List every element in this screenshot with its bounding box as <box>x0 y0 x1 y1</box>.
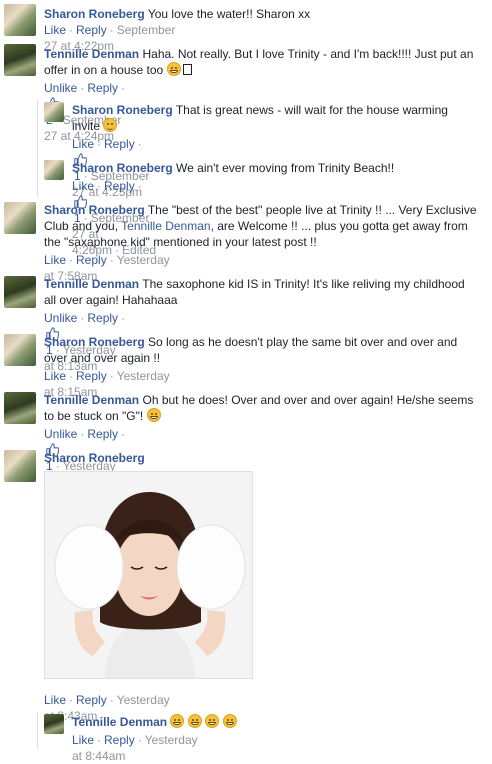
comment-text: , are Welcome !! ... plus you gotta get … <box>210 219 468 233</box>
reply-link[interactable]: Reply <box>104 179 135 193</box>
comment-text: offer in on a house too <box>44 63 164 77</box>
unknown-glyph-icon <box>182 64 192 75</box>
avatar[interactable] <box>44 714 64 734</box>
mention-link[interactable]: Tennille Denman <box>121 219 210 233</box>
unlike-link[interactable]: Unlike <box>44 311 77 325</box>
comment-text: So long as he doesn't play the same bit … <box>148 335 458 349</box>
reply-link[interactable]: Reply <box>87 311 118 325</box>
reply-thread-line <box>37 100 38 198</box>
comment-text: over and over again !! <box>44 351 161 365</box>
grinning-face-icon <box>146 408 161 422</box>
comment-text: the "saxaphone kid" mentioned in your la… <box>44 235 317 249</box>
avatar[interactable] <box>44 160 64 180</box>
photo-illustration <box>45 472 252 678</box>
grinning-face-icon <box>222 714 237 728</box>
comment-text: The saxophone kid IS in Trinity! It's li… <box>142 277 465 291</box>
comment-author[interactable]: Tennille Denman <box>44 393 139 407</box>
avatar[interactable] <box>4 276 36 308</box>
comment-text: to be stuck on "G"! <box>44 409 144 423</box>
like-link[interactable]: Like <box>72 733 94 747</box>
like-link[interactable]: Like <box>44 369 66 383</box>
comment-author[interactable]: Sharon Roneberg <box>72 161 173 175</box>
like-link[interactable]: Like <box>44 693 66 707</box>
comment-text: You love the water!! Sharon xx <box>147 7 311 21</box>
reply-link[interactable]: Reply <box>87 81 118 95</box>
unlike-link[interactable]: Unlike <box>44 81 77 95</box>
avatar[interactable] <box>44 102 64 122</box>
avatar[interactable] <box>4 334 36 366</box>
reply-link[interactable]: Reply <box>104 733 135 747</box>
comment-author[interactable]: Tennille Denman <box>72 715 167 729</box>
reply-link[interactable]: Reply <box>104 137 135 151</box>
comment-text: Club and you, <box>44 219 122 233</box>
reply-link[interactable]: Reply <box>76 693 107 707</box>
reply-link[interactable]: Reply <box>76 253 107 267</box>
like-link[interactable]: Like <box>44 253 66 267</box>
like-link[interactable]: Like <box>44 23 66 37</box>
comment-text: Oh but he does! Over and over and over a… <box>142 393 474 407</box>
comment-text: That is great news - will wait for the h… <box>175 103 448 117</box>
unlike-link[interactable]: Unlike <box>44 427 77 441</box>
comment-text: We ain't ever moving from Trinity Beach!… <box>176 161 395 175</box>
grinning-face-icon <box>166 62 181 76</box>
grinning-face-icon <box>187 714 202 728</box>
reply-link[interactable]: Reply <box>87 427 118 441</box>
grinning-face-icon <box>205 714 220 728</box>
avatar[interactable] <box>4 202 36 234</box>
attached-photo[interactable] <box>44 471 253 679</box>
reply-link[interactable]: Reply <box>76 23 107 37</box>
comment-author[interactable]: Tennille Denman <box>44 47 139 61</box>
comment-text: The "best of the best" people live at Tr… <box>147 203 477 217</box>
comment-text: Haha. Not really. But I love Trinity - a… <box>142 47 474 61</box>
comment-author[interactable]: Sharon Roneberg <box>44 335 145 349</box>
grinning-face-icon <box>170 714 185 728</box>
reply-link[interactable]: Reply <box>76 369 107 383</box>
smiling-face-icon <box>103 118 118 132</box>
avatar[interactable] <box>4 450 36 482</box>
like-link[interactable]: Like <box>72 179 94 193</box>
avatar[interactable] <box>4 392 36 424</box>
like-link[interactable]: Like <box>72 137 94 151</box>
avatar[interactable] <box>4 4 36 36</box>
comment-author[interactable]: Tennille Denman <box>44 277 139 291</box>
comment-author[interactable]: Sharon Roneberg <box>44 451 145 465</box>
comment-text: invite <box>72 119 101 133</box>
comment-author[interactable]: Sharon Roneberg <box>72 103 173 117</box>
reply-thread-line <box>37 712 38 750</box>
comment-text: all over again! Hahahaaa <box>44 293 178 307</box>
comment-author[interactable]: Sharon Roneberg <box>44 7 145 21</box>
avatar[interactable] <box>4 44 36 76</box>
comment-author[interactable]: Sharon Roneberg <box>44 203 145 217</box>
